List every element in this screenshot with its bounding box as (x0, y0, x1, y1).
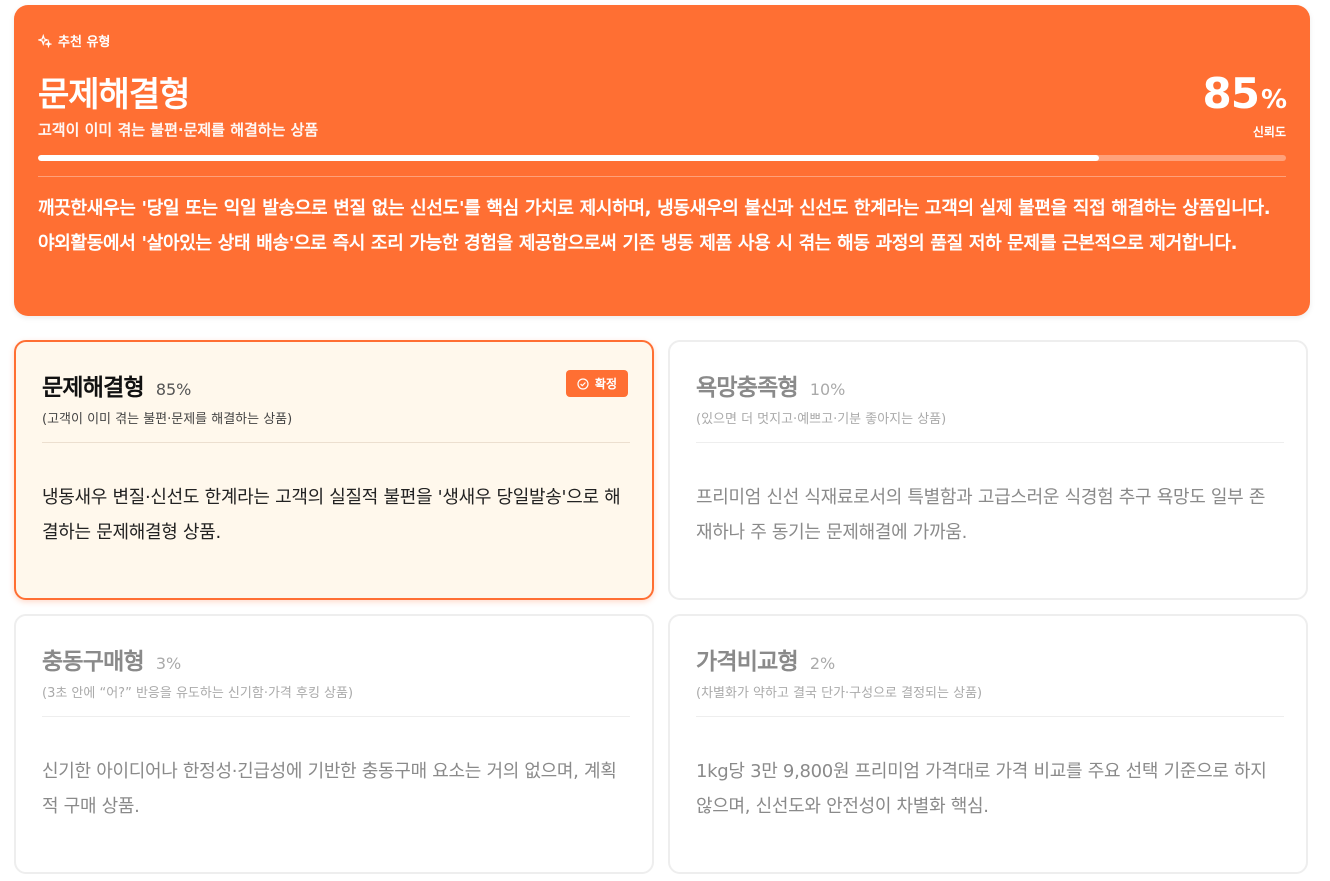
type-card-description: 1kg당 3만 9,800원 프리미엄 가격대로 가격 비교를 주요 선택 기준… (696, 761, 1267, 817)
type-card-subtitle: (고객이 이미 겪는 불편·문제를 해결하는 상품) (42, 412, 293, 427)
confirmed-badge: 확정 (565, 370, 628, 397)
type-card-divider (42, 442, 630, 443)
type-card-description: 프리미엄 신선 식재료로서의 특별함과 고급스러운 식경험 추구 욕망도 일부 … (696, 487, 1266, 543)
confidence-percent-unit: % (1260, 85, 1287, 115)
recommended-type-subtitle: 고객이 이미 겪는 불편·문제를 해결하는 상품 (38, 121, 319, 139)
type-card-subtitle: (있으면 더 멋지고·예쁘고·기분 좋아지는 상품) (696, 412, 947, 427)
recommended-tag: 추천 유형 (38, 31, 110, 50)
type-card-title: 욕망충족형 (696, 375, 799, 401)
confidence-percent: 85% (1202, 69, 1287, 118)
type-card-percent: 10% (809, 380, 846, 399)
confidence-percent-value: 85 (1202, 69, 1259, 118)
confidence-label: 신뢰도 (1252, 125, 1286, 139)
type-card-percent: 85% (155, 380, 192, 399)
recommended-type-banner: 추천 유형 문제해결형 고객이 이미 겪는 불편·문제를 해결하는 상품 85%… (14, 5, 1310, 316)
recommended-type-description: 깨끗한새우는 '당일 또는 익일 발송으로 변질 없는 신선도'를 핵심 가치로… (38, 198, 1271, 254)
type-card-percent: 2% (809, 654, 836, 673)
confidence-progress-bar (38, 155, 1286, 161)
type-card-title: 문제해결형 (42, 375, 145, 401)
type-card-subtitle: (차별화가 약하고 결국 단가·구성으로 결정되는 상품) (696, 686, 983, 701)
type-card-divider (42, 716, 630, 717)
type-card-description: 신기한 아이디어나 한정성·긴급성에 기반한 충동구매 요소는 거의 없으며, … (42, 761, 617, 817)
type-card-desire-fulfillment[interactable]: 욕망충족형 10% (있으면 더 멋지고·예쁘고·기분 좋아지는 상품) 프리미… (668, 340, 1308, 600)
type-card-problem-solving[interactable]: 문제해결형 85% 확정 (고객이 이미 겪는 불편·문제를 해결하는 상품) … (14, 340, 654, 600)
type-card-divider (696, 442, 1284, 443)
sparkle-icon (38, 33, 52, 48)
recommended-tag-label: 추천 유형 (58, 35, 111, 50)
check-circle-icon (577, 377, 589, 390)
type-card-percent: 3% (155, 654, 182, 673)
type-card-price-comparison[interactable]: 가격비교형 2% (차별화가 약하고 결국 단가·구성으로 결정되는 상품) 1… (668, 614, 1308, 874)
type-card-description: 냉동새우 변질·신선도 한계라는 고객의 실질적 불편을 '생새우 당일발송'으… (42, 487, 621, 543)
banner-divider (38, 176, 1286, 177)
type-card-title: 가격비교형 (696, 649, 799, 675)
confirmed-badge-label: 확정 (594, 377, 617, 391)
type-card-title: 충동구매형 (42, 649, 145, 675)
type-card-divider (696, 716, 1284, 717)
recommended-type-title: 문제해결형 (38, 75, 190, 115)
type-card-impulse-buy[interactable]: 충동구매형 3% (3초 안에 “어?” 반응을 유도하는 신기함·가격 후킹 … (14, 614, 654, 874)
confidence-progress-fill (38, 155, 1099, 161)
type-card-subtitle: (3초 안에 “어?” 반응을 유도하는 신기함·가격 후킹 상품) (42, 686, 354, 701)
